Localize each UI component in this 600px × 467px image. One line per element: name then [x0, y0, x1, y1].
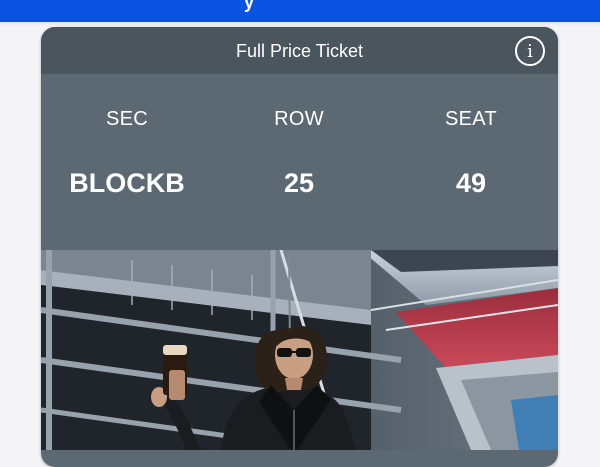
ticket-card: Full Price Ticket i SEC BLOCKB ROW 25 SE…: [41, 27, 558, 467]
app-title-fragment: y: [244, 0, 256, 12]
info-glyph: i: [527, 41, 533, 62]
ticket-type-title: Full Price Ticket: [235, 41, 364, 61]
seat-value: 49: [455, 168, 487, 198]
section-label: SEC: [105, 108, 149, 130]
event-photo: [41, 250, 558, 450]
seat-label: SEAT: [445, 108, 497, 130]
seat-info-panel: SEC BLOCKB ROW 25 SEAT 49: [41, 74, 558, 250]
section-value: BLOCKB: [69, 168, 185, 198]
info-icon[interactable]: i: [515, 36, 545, 66]
row-label: ROW: [274, 108, 324, 130]
ticket-header: Full Price Ticket i: [41, 27, 558, 74]
top-bar-shadow: [0, 22, 600, 26]
app-top-bar: y: [0, 0, 600, 22]
row-value: 25: [283, 168, 315, 198]
